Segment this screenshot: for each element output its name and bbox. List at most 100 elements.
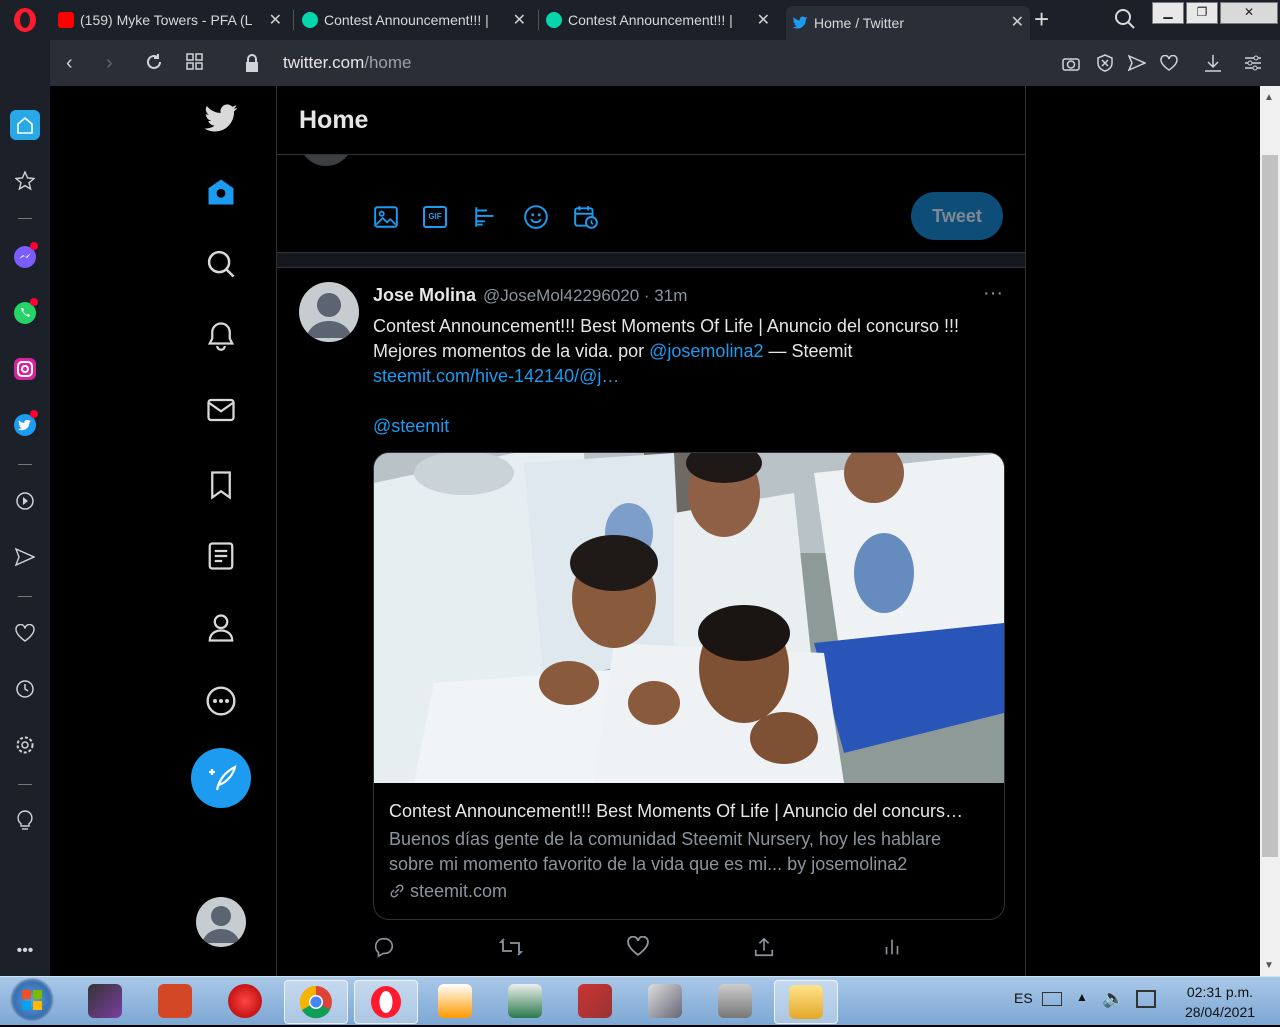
scroll-down-icon[interactable]: ▼ <box>1264 960 1274 971</box>
download-icon[interactable] <box>1204 54 1222 78</box>
send-icon[interactable] <box>10 542 40 572</box>
lock-icon[interactable] <box>244 53 260 79</box>
close-icon[interactable]: ✕ <box>1011 12 1024 32</box>
keyboard-icon[interactable] <box>1042 992 1062 1006</box>
history-icon[interactable] <box>10 674 40 704</box>
tab-youtube[interactable]: (159) Myke Towers - PFA (L ✕ <box>58 4 288 36</box>
nav-notifications-icon[interactable] <box>200 315 242 357</box>
opera-menu-icon[interactable] <box>12 7 38 33</box>
minimize-button[interactable]: ▁ <box>1152 2 1184 24</box>
folder-icon <box>789 985 823 1019</box>
network-icon[interactable] <box>1136 990 1156 1008</box>
flow-icon[interactable] <box>1127 54 1147 78</box>
start-button[interactable] <box>10 978 54 1022</box>
tweet-more-icon[interactable]: ··· <box>983 282 1003 305</box>
taskbar-winrar[interactable] <box>564 980 626 1022</box>
mention-link[interactable]: @josemolina2 <box>649 341 763 361</box>
like-icon[interactable] <box>627 935 651 960</box>
taskbar-media-player[interactable] <box>424 980 486 1022</box>
tweet-handle-time[interactable]: @JoseMol42296020 · 31m <box>483 286 687 306</box>
nav-explore-icon[interactable] <box>200 243 242 285</box>
nav-bookmarks-icon[interactable] <box>200 464 242 506</box>
home-icon[interactable] <box>10 110 40 140</box>
language-indicator[interactable]: ES <box>1014 990 1033 1006</box>
url-field[interactable]: twitter.com/home <box>283 53 412 73</box>
taskbar-ccleaner[interactable] <box>214 980 276 1022</box>
taskbar-vs[interactable] <box>634 980 696 1022</box>
system-clock[interactable]: 02:31 p.m. 28/04/2021 <box>1170 982 1270 1022</box>
tweet-author-name[interactable]: Jose Molina <box>373 285 476 306</box>
media-icon[interactable] <box>373 204 399 230</box>
heart-sidebar-icon[interactable] <box>10 618 40 648</box>
mention-link[interactable]: @steemit <box>373 416 449 436</box>
new-tab-button[interactable]: + <box>1034 4 1049 35</box>
powerpoint-icon <box>158 984 192 1018</box>
steemit-icon <box>302 12 318 28</box>
tweet-avatar[interactable] <box>299 282 359 342</box>
player-icon[interactable] <box>10 486 40 516</box>
lightbulb-icon[interactable] <box>10 806 40 836</box>
clock-time: 02:31 p.m. <box>1186 984 1254 1000</box>
share-icon[interactable] <box>753 936 777 960</box>
archive-icon <box>578 984 612 1018</box>
easy-setup-icon[interactable] <box>1244 54 1262 78</box>
tab-steemit-1[interactable]: Contest Announcement!!! | ✕ <box>302 4 532 36</box>
speed-dial-icon[interactable] <box>186 53 204 77</box>
close-icon[interactable]: ✕ <box>513 10 526 30</box>
adblock-icon[interactable] <box>1096 54 1114 78</box>
tweet-button[interactable]: Tweet <box>911 192 1003 240</box>
close-icon[interactable]: ✕ <box>757 10 770 30</box>
search-tabs-icon[interactable] <box>1114 8 1136 35</box>
chrome-icon <box>299 985 332 1019</box>
nav-lists-icon[interactable] <box>200 535 242 577</box>
gif-icon[interactable]: GIF <box>423 204 449 230</box>
card-image[interactable] <box>374 453 1004 783</box>
twitter-logo-icon[interactable] <box>200 98 242 140</box>
taskbar-fax[interactable] <box>704 980 766 1022</box>
scroll-up-icon[interactable]: ▲ <box>1264 92 1274 103</box>
tab-twitter[interactable]: Home / Twitter ✕ <box>786 6 1030 40</box>
forward-icon[interactable]: › <box>106 52 113 75</box>
nav-profile-icon[interactable] <box>200 607 242 649</box>
tab-title: (159) Myke Towers - PFA (L <box>80 12 253 28</box>
link-card[interactable]: Contest Announcement!!! Best Moments Of … <box>373 452 1005 920</box>
schedule-icon[interactable] <box>573 204 599 230</box>
nav-home-icon[interactable] <box>200 171 242 213</box>
taskbar-chrome[interactable] <box>284 980 348 1024</box>
back-icon[interactable]: ‹ <box>66 52 73 75</box>
taskbar-opera[interactable] <box>354 980 418 1024</box>
emoji-icon[interactable] <box>523 204 549 230</box>
reply-icon[interactable] <box>373 936 397 960</box>
tab-steemit-2[interactable]: Contest Announcement!!! | ✕ <box>546 4 776 36</box>
star-icon[interactable] <box>10 166 40 196</box>
taskbar-explorer[interactable] <box>774 980 838 1024</box>
close-icon[interactable]: ✕ <box>269 10 282 30</box>
heart-icon[interactable] <box>1160 54 1178 77</box>
instagram-icon[interactable] <box>10 354 40 384</box>
nav-more-icon[interactable] <box>200 680 242 722</box>
retweet-icon[interactable] <box>498 936 524 960</box>
scrollbar-thumb[interactable] <box>1262 155 1278 857</box>
tweet-url-link[interactable]: steemit.com/hive-142140/@j… <box>373 366 619 386</box>
show-hidden-icons-icon[interactable]: ▲ <box>1076 990 1088 1004</box>
messenger-icon[interactable] <box>10 242 40 272</box>
poll-icon[interactable] <box>473 204 499 230</box>
taskbar-publisher[interactable] <box>494 980 556 1022</box>
tab-title: Contest Announcement!!! | <box>324 12 489 28</box>
taskbar-movie-maker[interactable] <box>74 980 136 1022</box>
compose-tweet-button[interactable] <box>191 748 251 808</box>
whatsapp-icon[interactable] <box>10 298 40 328</box>
analytics-icon[interactable] <box>881 936 905 960</box>
account-avatar[interactable] <box>196 897 246 947</box>
more-sidebar-icon[interactable]: ••• <box>10 936 40 966</box>
taskbar-powerpoint[interactable] <box>144 980 206 1022</box>
nav-messages-icon[interactable] <box>200 389 242 431</box>
card-domain: steemit.com <box>389 881 507 902</box>
maximize-button[interactable]: ❐ <box>1186 2 1218 24</box>
volume-icon[interactable]: 🔈 <box>1102 988 1124 1009</box>
twitter-sidebar-icon[interactable] <box>10 410 40 440</box>
reload-icon[interactable] <box>144 52 164 78</box>
camera-icon[interactable] <box>1062 54 1080 77</box>
close-window-button[interactable]: ✕ <box>1220 2 1278 24</box>
settings-icon[interactable] <box>10 730 40 760</box>
